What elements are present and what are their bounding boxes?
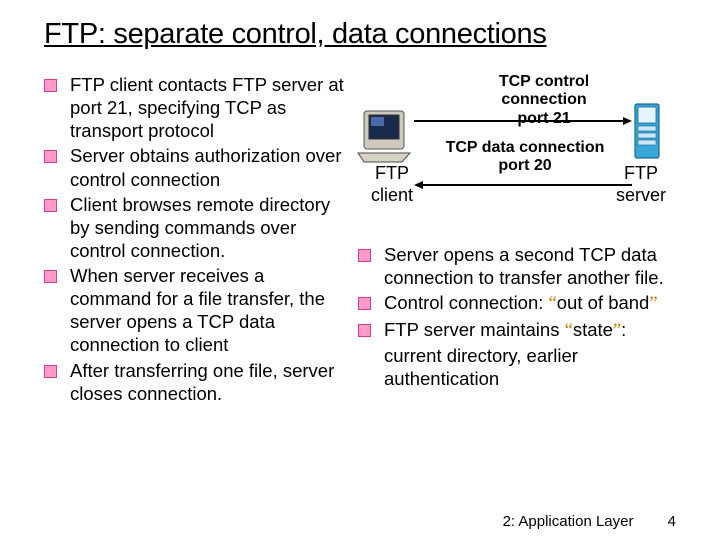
list-item: Server opens a second TCP data connectio… xyxy=(358,243,676,289)
list-item: When server receives a command for a fil… xyxy=(44,264,346,357)
list-item: Client browses remote directory by sendi… xyxy=(44,193,346,262)
list-item: After transferring one file, server clos… xyxy=(44,359,346,405)
square-bullet-icon xyxy=(44,150,62,163)
square-bullet-icon xyxy=(44,365,62,378)
square-bullet-icon xyxy=(44,270,62,283)
ftp-client-l1: FTP xyxy=(375,163,409,183)
content-columns: FTP client contacts FTP server at port 2… xyxy=(44,73,676,407)
square-bullet-icon xyxy=(44,79,62,92)
square-bullet-icon xyxy=(358,324,376,337)
ftp-client-label: FTP client xyxy=(360,163,424,206)
bullet-text: After transferring one file, server clos… xyxy=(70,359,346,405)
bullet-text: Server obtains authorization over contro… xyxy=(70,144,346,190)
bullet-text: Control connection: “out of band” xyxy=(384,291,676,316)
list-item: FTP client contacts FTP server at port 2… xyxy=(44,73,346,142)
square-bullet-icon xyxy=(44,199,62,212)
right-column: TCP control connection port 21 TCP data … xyxy=(358,73,676,407)
ftp-server-label: FTP server xyxy=(610,163,672,206)
bullet-text: Client browses remote directory by sendi… xyxy=(70,193,346,262)
tcp-data-label: TCP data connection port 20 xyxy=(432,139,618,176)
tcp-data-line2: port 20 xyxy=(498,157,551,174)
list-item: Server obtains authorization over contro… xyxy=(44,144,346,190)
page-number: 4 xyxy=(668,513,676,530)
tcp-data-line1: TCP data connection xyxy=(446,139,605,156)
slide-title: FTP: separate control, data connections xyxy=(44,18,676,51)
list-item: Control connection: “out of band” xyxy=(358,291,676,316)
bullet-text: FTP server maintains “state”: current di… xyxy=(384,318,676,389)
computer-icon xyxy=(354,107,414,168)
ftp-diagram: TCP control connection port 21 TCP data … xyxy=(354,73,666,237)
server-icon xyxy=(634,103,662,166)
bullet-text: Server opens a second TCP data connectio… xyxy=(384,243,676,289)
chapter-label: 2: Application Layer xyxy=(503,513,634,530)
slide-footer: 2: Application Layer 4 xyxy=(503,513,676,530)
bullet-text: FTP client contacts FTP server at port 2… xyxy=(70,73,346,142)
square-bullet-icon xyxy=(358,249,376,262)
bullet-text: When server receives a command for a fil… xyxy=(70,264,346,357)
ftp-client-l2: client xyxy=(371,185,413,205)
tcp-control-line2: port 21 xyxy=(517,110,570,127)
square-bullet-icon xyxy=(358,297,376,310)
tcp-control-line1: TCP control connection xyxy=(499,73,589,108)
left-column: FTP client contacts FTP server at port 2… xyxy=(44,73,346,407)
list-item: FTP server maintains “state”: current di… xyxy=(358,318,676,389)
ftp-server-l2: server xyxy=(616,185,666,205)
ftp-server-l1: FTP xyxy=(624,163,658,183)
